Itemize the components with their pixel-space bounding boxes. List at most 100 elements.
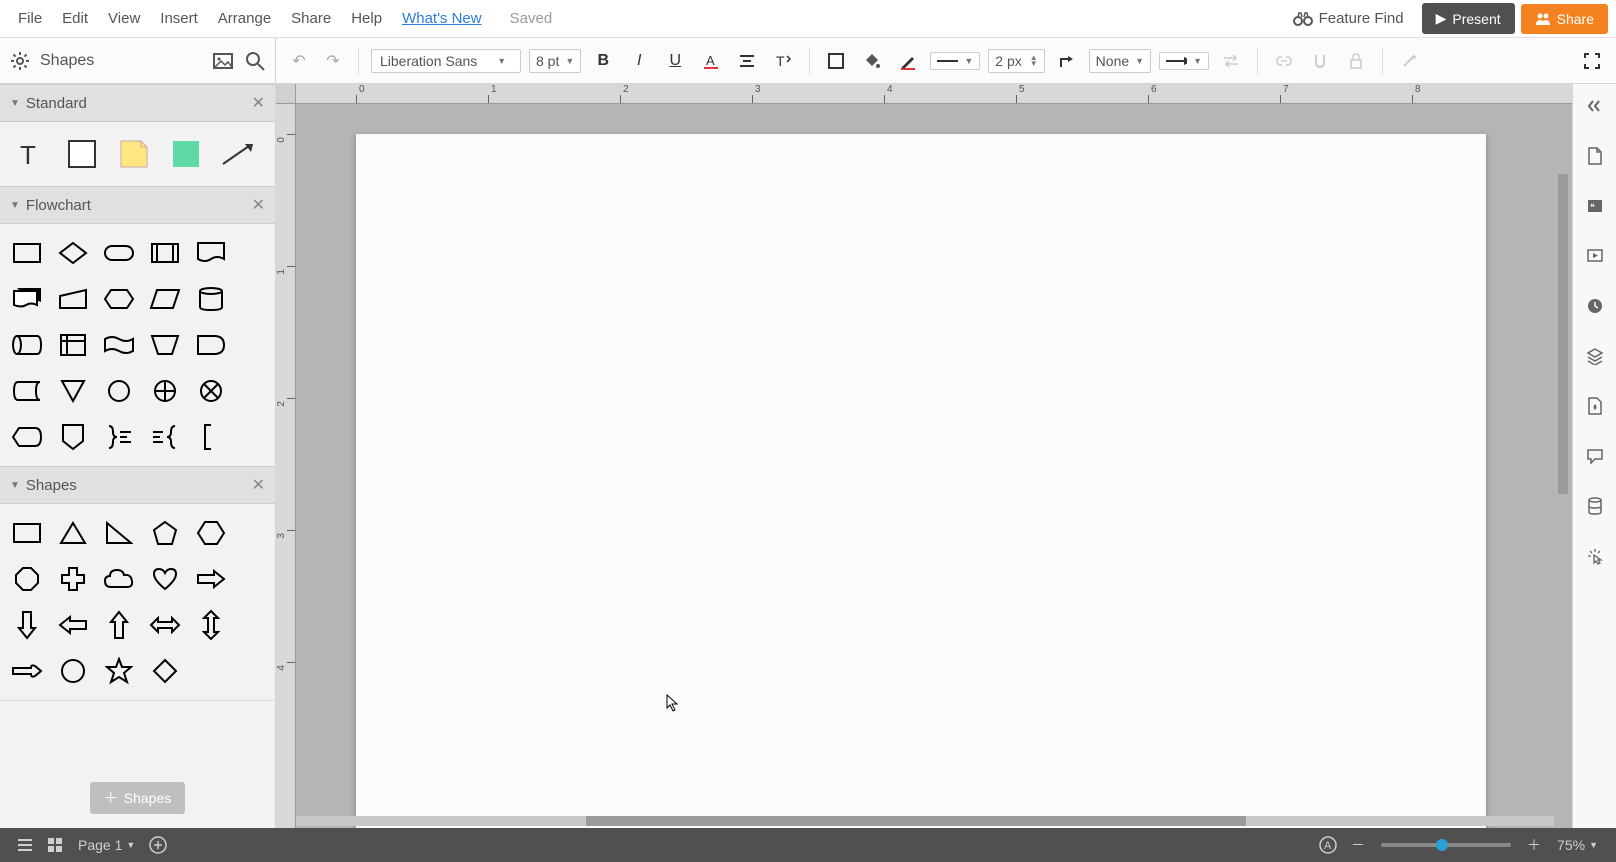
shape-up-arrow[interactable] <box>100 606 138 644</box>
shape-down-arrow[interactable] <box>8 606 46 644</box>
shape-heart[interactable] <box>146 560 184 598</box>
shape-hexagon[interactable] <box>192 514 230 552</box>
shape-decision[interactable] <box>54 234 92 272</box>
image-icon[interactable] <box>211 49 235 73</box>
line-type-dropdown[interactable]: ▼ <box>930 52 980 70</box>
fill-color-button[interactable] <box>858 47 886 75</box>
shape-left-arrow[interactable] <box>54 606 92 644</box>
panel-header-flowchart[interactable]: ▼ Flowchart ✕ <box>0 186 275 224</box>
line-routing-button[interactable] <box>1053 47 1081 75</box>
layers-icon[interactable] <box>1583 344 1607 368</box>
zoom-slider-thumb[interactable] <box>1436 839 1448 851</box>
shape-preparation[interactable] <box>100 280 138 318</box>
shape-direct-data[interactable] <box>8 326 46 364</box>
spinner-icon[interactable]: ▲▼ <box>1030 55 1038 67</box>
font-family-dropdown[interactable]: Liberation Sans▼ <box>371 49 521 73</box>
shape-octagon[interactable] <box>8 560 46 598</box>
present-button[interactable]: ▶ Present <box>1422 3 1515 34</box>
shape-sum[interactable] <box>192 372 230 410</box>
menu-help[interactable]: Help <box>341 4 392 33</box>
shape-right-arrow[interactable] <box>192 560 230 598</box>
menu-whats-new[interactable]: What's New <box>392 4 492 33</box>
data-icon[interactable] <box>1583 494 1607 518</box>
shape-document[interactable] <box>192 234 230 272</box>
feature-find-button[interactable]: Feature Find <box>1293 10 1404 27</box>
gear-icon[interactable] <box>8 49 32 73</box>
shape-callout-right[interactable] <box>8 652 46 690</box>
document-page[interactable] <box>356 134 1486 828</box>
shape-offpage[interactable] <box>54 418 92 456</box>
redo-button[interactable]: ↷ <box>320 51 346 71</box>
arrow-end-dropdown[interactable]: ▼ <box>1159 52 1209 70</box>
shape-paper-tape[interactable] <box>100 326 138 364</box>
add-shapes-button[interactable]: ＋ Shapes <box>90 782 185 814</box>
underline-button[interactable]: U <box>661 47 689 75</box>
menu-insert[interactable]: Insert <box>150 4 208 33</box>
shape-stored-data[interactable] <box>8 372 46 410</box>
undo-button[interactable]: ↶ <box>286 51 312 71</box>
autosave-indicator[interactable]: A <box>1313 830 1343 860</box>
shape-lr-arrow[interactable] <box>146 606 184 644</box>
shape-predefined[interactable] <box>146 234 184 272</box>
zoom-slider[interactable] <box>1381 843 1511 847</box>
theme-icon[interactable] <box>1583 394 1607 418</box>
close-icon[interactable]: ✕ <box>252 475 265 495</box>
shape-text[interactable]: T <box>8 132 52 176</box>
shape-manual-op[interactable] <box>146 326 184 364</box>
magnet-button[interactable] <box>1306 47 1334 75</box>
shape-ud-arrow[interactable] <box>192 606 230 644</box>
shape-brace-left-note[interactable] <box>146 418 184 456</box>
shape-merge[interactable] <box>54 372 92 410</box>
shape-terminator[interactable] <box>100 234 138 272</box>
shape-isoceles[interactable] <box>54 514 92 552</box>
arrow-start-dropdown[interactable]: None▼ <box>1089 49 1151 73</box>
shape-database[interactable] <box>192 280 230 318</box>
scrollbar-thumb[interactable] <box>586 816 1246 826</box>
shape-delay[interactable] <box>192 326 230 364</box>
ruler-horizontal[interactable]: 0 1 2 3 4 5 6 7 8 <box>296 84 1572 104</box>
shape-process[interactable] <box>8 234 46 272</box>
lock-button[interactable] <box>1342 47 1370 75</box>
bold-button[interactable]: B <box>589 47 617 75</box>
menu-edit[interactable]: Edit <box>52 4 98 33</box>
zoom-in-button[interactable]: ＋ <box>1519 830 1549 860</box>
share-button[interactable]: Share <box>1521 4 1608 34</box>
shape-line[interactable] <box>216 132 260 176</box>
page-selector[interactable]: Page 1 ▼ <box>70 833 143 857</box>
history-icon[interactable] <box>1583 294 1607 318</box>
click-icon[interactable] <box>1583 544 1607 568</box>
list-view-button[interactable] <box>10 830 40 860</box>
text-color-button[interactable]: A <box>697 47 725 75</box>
shape-rectangle[interactable] <box>8 514 46 552</box>
shape-block[interactable] <box>60 132 104 176</box>
menu-view[interactable]: View <box>98 4 150 33</box>
page-icon[interactable] <box>1583 144 1607 168</box>
search-icon[interactable] <box>243 49 267 73</box>
menu-share[interactable]: Share <box>281 4 341 33</box>
add-page-button[interactable] <box>143 830 173 860</box>
grid-view-button[interactable] <box>40 830 70 860</box>
zoom-out-button[interactable]: － <box>1343 830 1373 860</box>
canvas-scroll[interactable] <box>296 104 1572 828</box>
magic-wand-button[interactable] <box>1395 47 1423 75</box>
shape-bracket[interactable] <box>192 418 230 456</box>
menu-arrange[interactable]: Arrange <box>208 4 281 33</box>
shape-cloud[interactable] <box>100 560 138 598</box>
shape-brace-right-note[interactable] <box>100 418 138 456</box>
swap-arrows-button[interactable] <box>1217 47 1245 75</box>
shape-pentagon[interactable] <box>146 514 184 552</box>
shape-display[interactable] <box>8 418 46 456</box>
fullscreen-button[interactable] <box>1578 47 1606 75</box>
vertical-scrollbar-thumb[interactable] <box>1558 174 1568 494</box>
horizontal-scrollbar[interactable] <box>296 816 1554 826</box>
shape-multidoc[interactable] <box>8 280 46 318</box>
slideshow-icon[interactable] <box>1583 244 1607 268</box>
shape-star[interactable] <box>100 652 138 690</box>
menu-file[interactable]: File <box>8 4 52 33</box>
shape-data[interactable] <box>146 280 184 318</box>
align-button[interactable] <box>733 47 761 75</box>
close-icon[interactable]: ✕ <box>252 195 265 215</box>
panel-header-standard[interactable]: ▼ Standard ✕ <box>0 84 275 122</box>
chat-icon[interactable] <box>1583 444 1607 468</box>
close-icon[interactable]: ✕ <box>252 93 265 113</box>
